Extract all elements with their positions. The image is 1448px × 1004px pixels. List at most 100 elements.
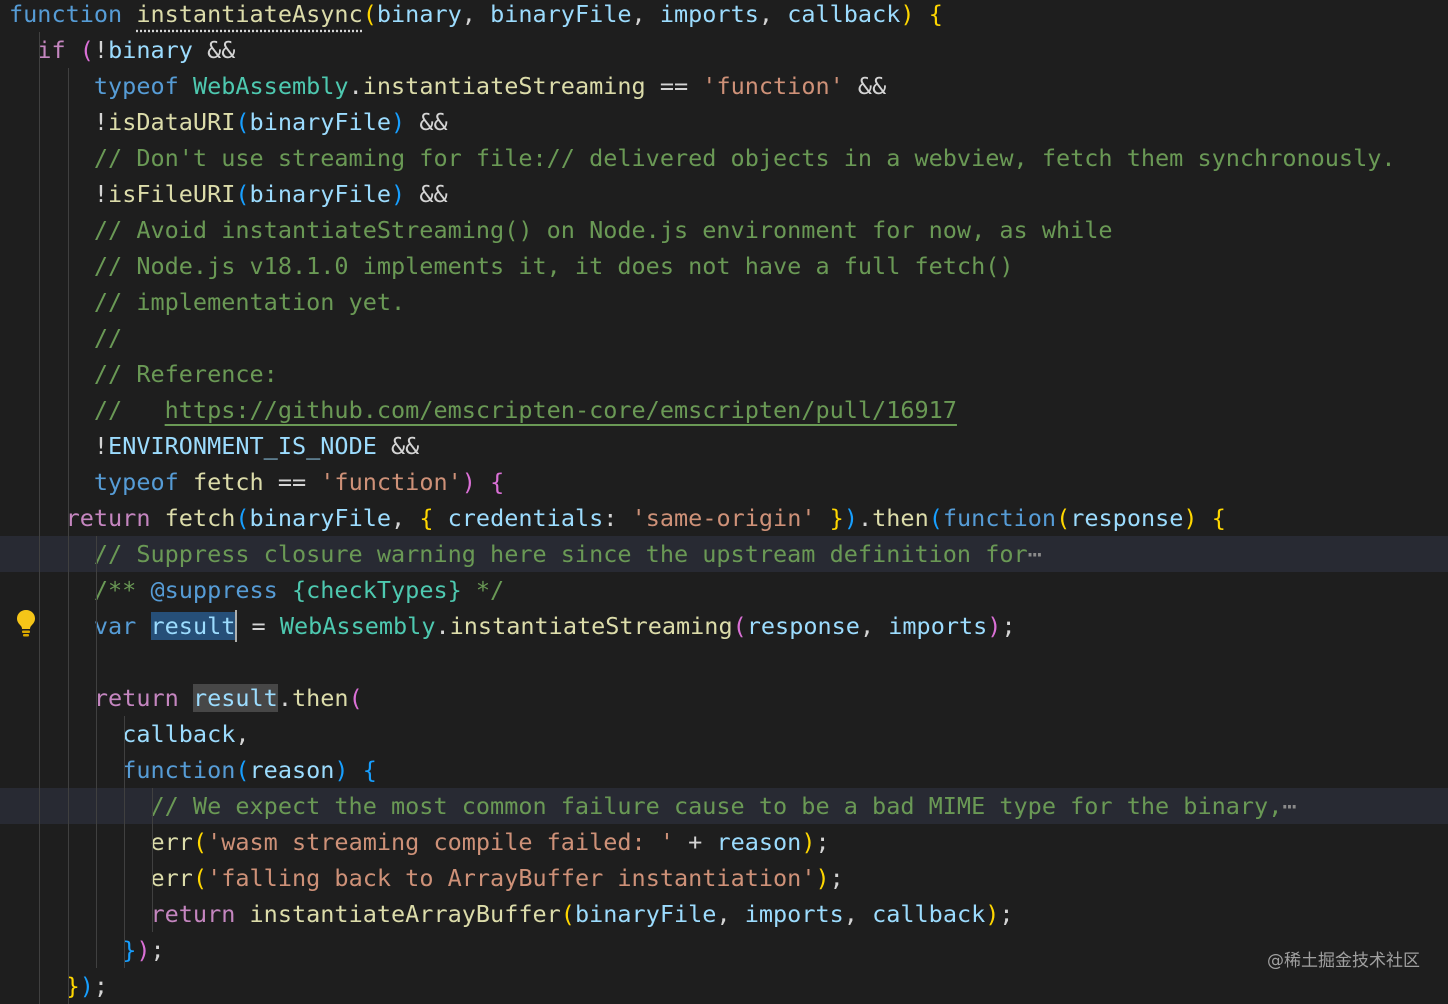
code-token: && <box>405 108 448 136</box>
code-token: ) <box>987 612 1002 640</box>
code-token: ! <box>93 36 109 64</box>
code-line[interactable]: // Node.js v18.1.0 implements it, it doe… <box>0 248 1448 284</box>
code-token: . <box>277 684 292 712</box>
code-line[interactable]: // Avoid instantiateStreaming() on Node.… <box>0 212 1448 248</box>
code-editor[interactable]: function instantiateAsync(binary, binary… <box>0 0 1448 1004</box>
code-line[interactable]: // Suppress closure warning here since t… <box>0 536 1448 572</box>
code-line[interactable]: callback, <box>0 716 1448 752</box>
code-token: credentials <box>447 504 604 532</box>
code-line[interactable]: typeof fetch == 'function') { <box>0 464 1448 500</box>
code-token: ) <box>334 756 349 784</box>
code-line[interactable]: // https://github.com/emscripten-core/em… <box>0 392 1448 428</box>
code-token: ( <box>192 864 208 892</box>
code-token: , <box>631 0 660 28</box>
code-token: , <box>859 612 889 640</box>
code-line[interactable]: !isDataURI(binaryFile) && <box>0 104 1448 140</box>
code-token: ) <box>79 972 94 1000</box>
lightbulb-icon[interactable] <box>14 608 38 638</box>
code-token: ! <box>9 108 109 136</box>
code-line[interactable]: typeof WebAssembly.instantiateStreaming … <box>0 68 1448 104</box>
code-token: && <box>843 72 887 100</box>
code-token: ) <box>1183 504 1198 532</box>
code-line[interactable]: if (!binary && <box>0 32 1448 68</box>
code-line-text: function(reason) { <box>9 752 377 788</box>
code-token: ) <box>900 0 915 28</box>
code-token: response <box>746 612 860 640</box>
code-line[interactable]: err('falling back to ArrayBuffer instant… <box>0 860 1448 896</box>
code-token: ! <box>9 432 109 460</box>
code-token: , <box>843 900 873 928</box>
watermark: @稀土掘金技术社区 <box>1267 951 1420 971</box>
code-line[interactable]: return fetch(binaryFile, { credentials: … <box>0 500 1448 536</box>
code-token: == <box>645 72 703 100</box>
code-line-text: // We expect the most common failure cau… <box>9 788 1296 824</box>
indent-guide <box>67 68 69 500</box>
code-line[interactable]: function instantiateAsync(binary, binary… <box>0 0 1448 32</box>
code-line[interactable]: }); <box>0 932 1448 968</box>
code-line[interactable]: !ENVIRONMENT_IS_NODE && <box>0 428 1448 464</box>
code-token: ( <box>348 684 363 712</box>
code-line[interactable]: err('wasm streaming compile failed: ' + … <box>0 824 1448 860</box>
code-token: . <box>435 612 450 640</box>
code-token: , <box>716 900 745 928</box>
code-line[interactable]: // Reference: <box>0 356 1448 392</box>
code-token: isDataURI <box>108 108 236 136</box>
code-line[interactable]: }); <box>0 968 1448 1004</box>
code-line[interactable]: // <box>0 320 1448 356</box>
code-line[interactable]: /** @suppress {checkTypes} */ <box>0 572 1448 608</box>
code-token: imports <box>744 900 844 928</box>
code-line[interactable]: // implementation yet. <box>0 284 1448 320</box>
code-token: // Avoid instantiateStreaming() on Node.… <box>93 216 1113 244</box>
code-token: binaryFile <box>574 900 717 928</box>
code-line[interactable]: return instantiateArrayBuffer(binaryFile… <box>0 896 1448 932</box>
code-token: */ <box>461 576 505 604</box>
code-line[interactable]: function(reason) { <box>0 752 1448 788</box>
code-token: err <box>150 828 193 856</box>
code-token: instantiateStreaming <box>449 612 733 640</box>
code-token: : <box>603 504 632 532</box>
code-token: /** <box>93 576 151 604</box>
code-token: ( <box>192 828 208 856</box>
code-line-text: typeof fetch == 'function') { <box>9 464 504 500</box>
code-token: ( <box>560 900 575 928</box>
code-token: return <box>150 900 236 928</box>
code-token: reason <box>716 828 802 856</box>
code-token: {checkTypes} <box>291 576 462 604</box>
code-token: && <box>376 432 420 460</box>
code-token: callback <box>122 720 236 748</box>
code-line[interactable]: // Don't use streaming for file:// deliv… <box>0 140 1448 176</box>
code-line[interactable]: return result.then( <box>0 680 1448 716</box>
code-line[interactable] <box>0 644 1448 680</box>
code-token: ) <box>391 180 406 208</box>
code-line-text: callback, <box>9 716 249 752</box>
code-token: // We expect the most common failure cau… <box>150 792 1283 820</box>
code-line[interactable]: // We expect the most common failure cau… <box>0 788 1448 824</box>
code-line-text: var result = WebAssembly.instantiateStre… <box>9 608 1016 644</box>
code-token: // <box>93 324 123 352</box>
code-line[interactable]: var result = WebAssembly.instantiateStre… <box>0 608 1448 644</box>
code-line-text: err('falling back to ArrayBuffer instant… <box>9 860 843 896</box>
code-token: && <box>405 180 448 208</box>
code-token: 'same-origin' <box>631 504 816 532</box>
code-token: ; <box>150 936 165 964</box>
code-token: binaryFile <box>249 180 392 208</box>
code-line[interactable]: !isFileURI(binaryFile) && <box>0 176 1448 212</box>
code-token: function <box>122 756 236 784</box>
